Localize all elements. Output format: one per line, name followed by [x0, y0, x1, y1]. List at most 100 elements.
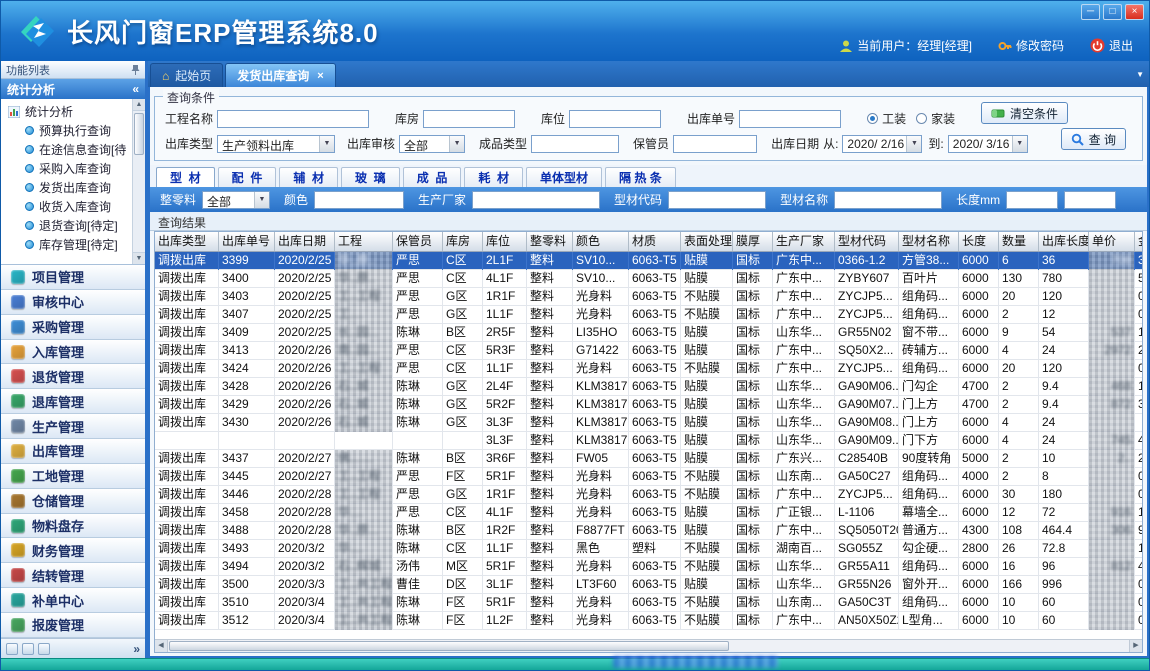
- table-row[interactable]: 调拨出库34072020/2/25工....严思G区1L1F整料光身料6063-…: [155, 306, 1142, 324]
- tab-list-dropdown-icon[interactable]: ▼: [1136, 70, 1144, 79]
- table-row[interactable]: 调拨出库34242020/2/26工..工程严思C区1L1F整料光身料6063-…: [155, 360, 1142, 378]
- tree-root-statistics[interactable]: 统计分析: [1, 102, 131, 121]
- pin-icon[interactable]: [131, 64, 140, 75]
- warehouse-input[interactable]: [423, 110, 515, 128]
- color-input[interactable]: [314, 191, 404, 209]
- material-tab[interactable]: 成 品: [403, 167, 462, 187]
- table-row[interactable]: 调拨出库34932020/3/2华....陈琳C区1L1F整料黑色塑料不贴膜国标…: [155, 540, 1142, 558]
- tree-scrollbar[interactable]: ▲ ▼: [132, 99, 145, 264]
- maximize-icon[interactable]: □: [1103, 4, 1122, 20]
- material-tab[interactable]: 隔 热 条: [605, 167, 676, 187]
- tree-item[interactable]: 在途信息查询[待: [1, 140, 131, 159]
- order-no-input[interactable]: [739, 110, 841, 128]
- table-row[interactable]: 调拨出库34462020/2/28工..工程严思G区1R1F整料光身料6063-…: [155, 486, 1142, 504]
- close-icon[interactable]: ×: [1125, 4, 1144, 20]
- date-to-picker[interactable]: 2020/ 3/16 ▼: [948, 135, 1028, 153]
- column-header[interactable]: 型材名称: [899, 232, 959, 252]
- column-header[interactable]: 出库长度: [1039, 232, 1089, 252]
- material-tab[interactable]: 单体型材: [526, 167, 602, 187]
- change-password-button[interactable]: 修改密码: [998, 37, 1064, 54]
- table-row[interactable]: 调拨出库33992020/2/25华..原..严思C区2L1F整料SV10...…: [155, 252, 1142, 270]
- column-header[interactable]: 整零料: [527, 232, 573, 252]
- table-row[interactable]: 调拨出库34302020/2/26石..城陈琳G区3L3F整料KLM381760…: [155, 414, 1142, 432]
- product-type-input[interactable]: [531, 135, 619, 153]
- column-header[interactable]: 长度: [959, 232, 999, 252]
- column-header[interactable]: 生产厂家: [773, 232, 835, 252]
- profile-name-input[interactable]: [834, 191, 942, 209]
- column-header[interactable]: 单价: [1089, 232, 1135, 252]
- column-header[interactable]: 表面处理: [681, 232, 733, 252]
- table-row[interactable]: 调拨出库34002020/2/25华..原..严思C区4L1F整料SV10...…: [155, 270, 1142, 288]
- length-min-input[interactable]: [1006, 191, 1058, 209]
- scroll-up-icon[interactable]: ▲: [133, 99, 145, 111]
- sidebar-item[interactable]: 仓储管理: [1, 489, 145, 514]
- scroll-right-icon[interactable]: ▶: [1129, 640, 1142, 652]
- collapse-icon[interactable]: «: [132, 82, 139, 96]
- sidebar-item[interactable]: 结转管理: [1, 563, 145, 588]
- scroll-thumb[interactable]: [134, 113, 144, 155]
- column-header[interactable]: 材质: [629, 232, 681, 252]
- tree-item[interactable]: 预算执行查询: [1, 121, 131, 140]
- audit-select[interactable]: 全部 ▼: [399, 135, 465, 153]
- column-header[interactable]: 库位: [483, 232, 527, 252]
- sidebar-item[interactable]: 退货管理: [1, 364, 145, 389]
- material-tab[interactable]: 耗 材: [464, 167, 523, 187]
- column-header[interactable]: 膜厚: [733, 232, 773, 252]
- column-header[interactable]: 型材代码: [835, 232, 899, 252]
- table-row[interactable]: 调拨出库34372020/2/27佛.......陈琳B区3R6F整料FW056…: [155, 450, 1142, 468]
- clear-conditions-button[interactable]: 清空条件: [981, 102, 1068, 124]
- table-row[interactable]: 调拨出库34282020/2/26石..城陈琳G区2L4F整料KLM381760…: [155, 378, 1142, 396]
- column-header[interactable]: 数量: [999, 232, 1039, 252]
- radio-home-decoration[interactable]: 家装: [916, 110, 955, 127]
- table-row[interactable]: 调拨出库34942020/3/2石..辉城汤伟M区5R1F整料光身料6063-T…: [155, 558, 1142, 576]
- scroll-left-icon[interactable]: ◀: [155, 640, 168, 652]
- table-row[interactable]: 调拨出库34292020/2/26石..城陈琳G区5R2F整料KLM381760…: [155, 396, 1142, 414]
- whole-piece-select[interactable]: 全部 ▼: [202, 191, 270, 209]
- table-row[interactable]: 调拨出库35002020/3/3工..共工程曹佳D区3L1F整料LT3F6060…: [155, 576, 1142, 594]
- column-header[interactable]: 库房: [443, 232, 483, 252]
- material-tab[interactable]: 型 材: [156, 167, 215, 187]
- keeper-input[interactable]: [673, 135, 757, 153]
- logout-button[interactable]: 退出: [1090, 37, 1133, 54]
- maker-input[interactable]: [472, 191, 600, 209]
- module-small-icon-1[interactable]: [6, 643, 18, 655]
- tree-item[interactable]: 退货查询[待定]: [1, 216, 131, 235]
- radio-work-clothing[interactable]: 工装: [867, 110, 906, 127]
- tree-item[interactable]: 库存管理[待定]: [1, 235, 131, 254]
- minimize-icon[interactable]: ─: [1081, 4, 1100, 20]
- sidebar-item[interactable]: 财务管理: [1, 538, 145, 563]
- column-header[interactable]: 出库单号: [219, 232, 275, 252]
- column-header[interactable]: 保管员: [393, 232, 443, 252]
- scroll-down-icon[interactable]: ▼: [133, 252, 145, 264]
- material-tab[interactable]: 玻 璃: [341, 167, 400, 187]
- tree-item[interactable]: 发货出库查询: [1, 178, 131, 197]
- search-button[interactable]: 查 询: [1061, 128, 1126, 150]
- column-header[interactable]: 出库日期: [275, 232, 335, 252]
- sidebar-item[interactable]: 出库管理: [1, 439, 145, 464]
- sidebar-item[interactable]: 补单中心: [1, 588, 145, 613]
- expand-more-icon[interactable]: »: [133, 642, 140, 656]
- sidebar-section-statistics[interactable]: 统计分析 «: [1, 79, 145, 99]
- column-header[interactable]: 工程: [335, 232, 393, 252]
- table-row[interactable]: 调拨出库34882020/2/28华..原...陈琳B区1R2F整料F8877F…: [155, 522, 1142, 540]
- length-max-input[interactable]: [1064, 191, 1116, 209]
- tab-shipping-outbound-query[interactable]: 发货出库查询 ×: [225, 63, 335, 87]
- table-row[interactable]: 调拨出库35102020/3/4工..共工程陈琳F区5R1F整料光身料6063-…: [155, 594, 1142, 612]
- out-type-select[interactable]: 生产领料出库 ▼: [217, 135, 335, 153]
- material-tab[interactable]: 辅 材: [279, 167, 338, 187]
- sidebar-item[interactable]: 审核中心: [1, 290, 145, 315]
- tab-home[interactable]: ⌂ 起始页: [150, 63, 223, 87]
- profile-code-input[interactable]: [668, 191, 766, 209]
- table-row[interactable]: 调拨出库35122020/3/4工..共工程陈琳F区1L2F整料光身料6063-…: [155, 612, 1142, 630]
- scroll-thumb[interactable]: [169, 641, 729, 651]
- column-header[interactable]: 出库类型: [155, 232, 219, 252]
- sidebar-item[interactable]: 工地管理: [1, 464, 145, 489]
- sidebar-item[interactable]: 退库管理: [1, 389, 145, 414]
- tab-close-icon[interactable]: ×: [317, 70, 323, 82]
- table-row[interactable]: 调拨出库34032020/2/25工..工程严思G区1R1F整料光身料6063-…: [155, 288, 1142, 306]
- sidebar-item[interactable]: 报废管理: [1, 613, 145, 638]
- tree-item[interactable]: 收货入库查询: [1, 197, 131, 216]
- sidebar-item[interactable]: 入库管理: [1, 340, 145, 365]
- module-small-icon-2[interactable]: [22, 643, 34, 655]
- table-row[interactable]: 调拨出库34132020/2/26南..园...严思C区5R3F整料G71422…: [155, 342, 1142, 360]
